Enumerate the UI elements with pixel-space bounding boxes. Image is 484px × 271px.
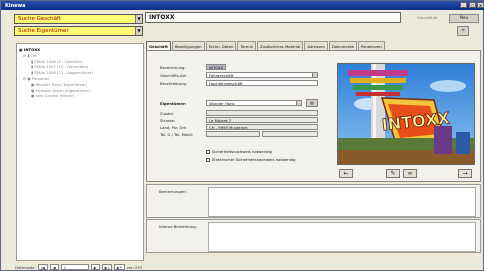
edit-image-button[interactable]: ✎ <box>386 169 400 178</box>
tree-item-label: Ställe 2008 (0 - Generell) <box>34 58 83 64</box>
business-name-field[interactable]: INTOXX <box>145 12 401 23</box>
arrow-left-icon: ← <box>343 170 349 177</box>
tab-pendenzen[interactable]: Pendenzen <box>357 41 385 50</box>
pencil-icon: ✎ <box>390 170 396 177</box>
checkbox-checked-icon[interactable] <box>206 150 210 154</box>
record-total: von 233 <box>126 264 143 270</box>
search-owner-label: Suche Eigentümer <box>18 28 69 34</box>
chevron-down-icon[interactable]: ▼ <box>135 15 142 23</box>
internal-remarks-label: Interne Bemerkung: <box>159 224 197 229</box>
remarks-section: Bemerkungen: <box>146 184 481 218</box>
close-button[interactable]: × <box>477 2 484 8</box>
navigation-tree: ▣ INTOXX ⊟ ▮ Ort ▮ Ställe 2008 (0 - Gene… <box>16 43 144 261</box>
search-business-label: Suche Geschäft <box>18 16 62 22</box>
ride-photo: INTOXX <box>337 63 475 165</box>
business-name-value: INTOXX <box>149 14 175 21</box>
window-title: Kinewa <box>5 3 26 9</box>
business-number-label: Geschäft-Nr. <box>417 16 439 20</box>
new-record-button[interactable]: ▶* <box>113 264 125 270</box>
safety-check-label: Sicherheitsnachweis notwendig <box>212 149 272 154</box>
tab-zusaetzliches-material[interactable]: Zusätzliches Material <box>257 41 304 50</box>
geschaeftsart-label: Geschäfts-Art: <box>160 73 188 78</box>
beschreibung-label: Beschreibung: <box>160 81 188 86</box>
strasse-field: Le Molard 7 <box>206 117 318 123</box>
new-button[interactable]: Neu <box>449 14 479 23</box>
list-icon[interactable]: ≡ <box>457 26 469 36</box>
search-owner-combo[interactable]: Suche Eigentümer ▼ <box>14 26 143 36</box>
card-icon: ▤ <box>310 100 314 105</box>
ort-field: CH - 9999 Musterort <box>206 124 318 130</box>
last-record-button[interactable]: ▶| <box>101 264 112 270</box>
tab-adressen[interactable]: Adressen <box>304 41 328 50</box>
first-record-button[interactable]: |◀ <box>37 264 48 270</box>
remarks-textarea[interactable] <box>208 187 476 217</box>
binoculars-icon: ∞ <box>407 170 413 177</box>
new-button-label: Neu <box>460 15 468 20</box>
ort-value: CH - 9999 Musterort <box>209 125 248 130</box>
strasse-value: Le Molard 7 <box>209 118 232 123</box>
arrow-right-icon: → <box>462 170 468 177</box>
electrical-safety-check-label: Elektrischer Sicherheitsnachweis notwend… <box>212 157 296 162</box>
tel-business-field <box>206 131 260 137</box>
zusatz-field <box>206 110 318 116</box>
tree-item-label: Jens Conrad (Fahrer) <box>35 93 75 99</box>
prev-record-button[interactable]: ◀ <box>49 264 59 270</box>
record-navigator: Datensatz: |◀ ◀ 1 ▶ ▶| ▶* von 233 <box>15 264 142 270</box>
tree-item-label: Ställe 2007 (10 - Fahrzeiten) <box>34 64 89 70</box>
eigentuemer-label: Eigentümer: <box>160 101 187 106</box>
tree-item-label: INTOXX <box>23 47 41 52</box>
bezeichnung-label: Bezeichnung: <box>160 65 186 70</box>
tree-item-label: Wunder Hans (Eigentümer) <box>35 81 88 87</box>
record-number-value: 1 <box>63 265 67 270</box>
electrical-safety-check[interactable]: Elektrischer Sicherheitsnachweis notwend… <box>206 157 296 162</box>
record-number-input[interactable]: 1 <box>60 264 89 270</box>
ort-label: Land, Plz, Ort: <box>160 125 187 130</box>
chevron-down-icon[interactable] <box>296 101 301 105</box>
bezeichnung-field[interactable]: INTOXX <box>206 64 226 70</box>
tab-termin[interactable]: Termin <box>237 41 257 50</box>
title-bar: Kinewa _ □ × <box>1 1 484 10</box>
next-record-button[interactable]: ▶ <box>90 264 100 270</box>
internal-remarks-textarea[interactable] <box>208 222 476 252</box>
tree-item[interactable]: ● Jens Conrad (Fahrer) <box>19 93 143 99</box>
eigentuemer-select[interactable]: Wunder Hans <box>206 100 302 106</box>
chevron-down-icon[interactable] <box>312 73 317 77</box>
tab-strip: Geschäft Bewilligungen Techn. Daten Term… <box>146 41 386 50</box>
tab-bewilligungen[interactable]: Bewilligungen <box>171 41 205 50</box>
tel-label: Tel. G / Tel. Mobil: <box>160 132 193 137</box>
ride-photo-image: INTOXX <box>338 64 474 164</box>
maximize-button[interactable]: □ <box>469 2 476 8</box>
internal-remarks-section: Interne Bemerkung: <box>146 219 481 253</box>
tab-geschaeft[interactable]: Geschäft <box>146 41 171 50</box>
record-label: Datensatz: <box>15 264 36 270</box>
owner-details-button[interactable]: ▤ <box>306 99 318 107</box>
beschreibung-value: Hochfahrgeschäft <box>209 81 243 86</box>
geschaeftsart-select[interactable]: Fahrgeschäft <box>206 72 318 78</box>
geschaeftsart-value: Fahrgeschäft <box>209 73 234 78</box>
remarks-label: Bemerkungen: <box>159 189 187 194</box>
tree-item-label: Ställe 2008 (11 - Abgerechnet) <box>34 70 93 76</box>
zusatz-label: Zusatz: <box>160 111 175 116</box>
tab-techn-daten[interactable]: Techn. Daten <box>205 41 237 50</box>
bezeichnung-value: INTOXX <box>209 65 224 70</box>
tree-item-label: Personen <box>31 75 50 81</box>
tab-dokumente[interactable]: Dokumente <box>328 41 357 50</box>
search-business-combo[interactable]: Suche Geschäft ▼ <box>14 14 143 24</box>
tel-mobile-field <box>262 131 318 137</box>
chevron-down-icon[interactable]: ▼ <box>135 27 142 35</box>
previous-image-button[interactable]: ← <box>339 169 353 178</box>
next-image-button[interactable]: → <box>458 169 472 178</box>
view-image-button[interactable]: ∞ <box>403 169 417 178</box>
tree-item-label: Strasser Anton (Eigentümer) <box>35 87 90 93</box>
beschreibung-field[interactable]: Hochfahrgeschäft <box>206 80 318 86</box>
tree-item-label: Ort <box>30 52 37 58</box>
safety-check[interactable]: Sicherheitsnachweis notwendig <box>206 149 272 154</box>
checkbox-checked-icon[interactable] <box>206 158 210 162</box>
minimize-button[interactable]: _ <box>460 2 467 8</box>
eigentuemer-value: Wunder Hans <box>209 101 235 106</box>
application-window: Kinewa _ □ × Suche Geschäft ▼ Suche Eige… <box>0 0 484 271</box>
list-button-label: ≡ <box>461 27 465 32</box>
strasse-label: Strasse: <box>160 118 176 123</box>
